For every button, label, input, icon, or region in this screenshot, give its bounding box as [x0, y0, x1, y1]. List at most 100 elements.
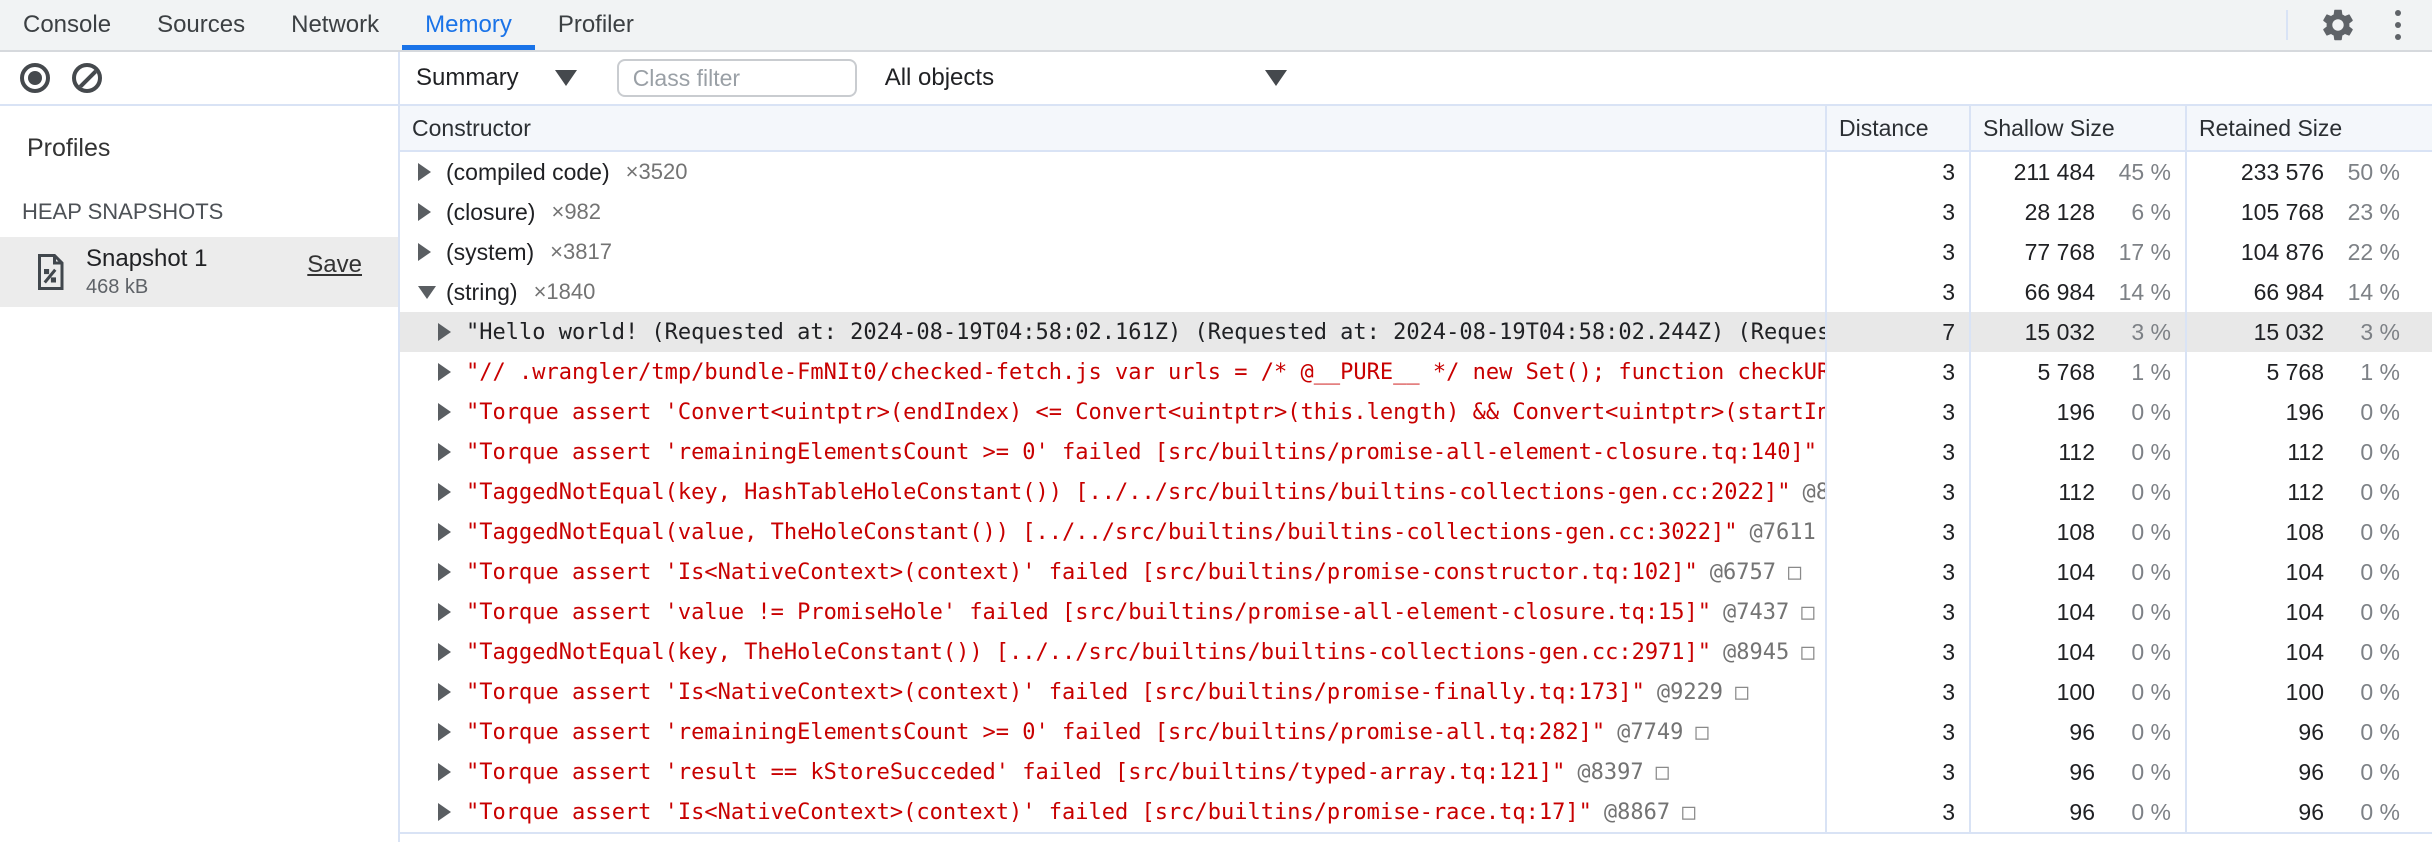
expand-arrow-icon[interactable]	[418, 243, 446, 261]
table-row[interactable]: (closure) ×982 3 28 128 6 % 105 768 23 %	[400, 192, 2432, 232]
expand-arrow-icon[interactable]	[438, 363, 466, 381]
retained-size-percent: 50 %	[2347, 158, 2400, 185]
shallow-size-percent: 45 %	[2118, 158, 2171, 185]
expand-arrow-icon[interactable]	[438, 403, 466, 421]
expand-arrow-icon[interactable]	[438, 443, 466, 461]
shallow-size-percent: 0 %	[2131, 398, 2171, 425]
retained-size-value: 104 876	[2240, 238, 2324, 265]
distance-cell: 3	[1825, 672, 1969, 712]
save-link[interactable]: Save	[307, 251, 362, 279]
table-row[interactable]: "TaggedNotEqual(key, TheHoleConstant()) …	[400, 632, 2432, 672]
constructor-name: "Torque assert 'Is<NativeContext>(contex…	[466, 559, 1698, 585]
sidebar-item-snapshot-1[interactable]: Snapshot 1 468 kB Save	[0, 237, 398, 307]
instance-count: ×982	[551, 199, 602, 224]
grid-header: Constructor Distance Shallow Size Retain…	[400, 106, 2432, 152]
table-row[interactable]: (string) ×1840 3 66 984 14 % 66 984 14 %	[400, 272, 2432, 312]
retained-size-percent: 0 %	[2360, 718, 2400, 745]
column-header-shallow-size[interactable]: Shallow Size	[1969, 106, 2185, 150]
column-header-retained-size[interactable]: Retained Size	[2185, 106, 2432, 150]
retained-size-cell: 96 0 %	[2185, 792, 2432, 832]
object-id: @7749	[1617, 719, 1684, 745]
triangle-glyph	[438, 323, 451, 341]
expand-arrow-icon[interactable]	[438, 523, 466, 541]
expand-arrow-icon[interactable]	[418, 163, 446, 181]
retained-size-percent: 23 %	[2347, 198, 2400, 225]
column-header-constructor[interactable]: Constructor	[400, 106, 1825, 150]
expand-arrow-icon[interactable]	[438, 723, 466, 741]
object-marker-icon: □	[1801, 639, 1815, 665]
triangle-glyph	[418, 203, 431, 221]
tab-memory[interactable]: Memory	[402, 0, 535, 50]
constructor-name: (string)	[446, 278, 518, 305]
tab-network[interactable]: Network	[268, 0, 402, 50]
shallow-size-percent: 0 %	[2131, 518, 2171, 545]
retained-size-cell: 5 768 1 %	[2185, 352, 2432, 392]
collapse-arrow-icon[interactable]	[418, 285, 446, 299]
class-filter-input[interactable]	[616, 59, 857, 97]
table-row[interactable]: "Hello world! (Requested at: 2024-08-19T…	[400, 312, 2432, 352]
constructor-cell: "Torque assert 'value != PromiseHole' fa…	[400, 592, 1825, 632]
retained-size-percent: 22 %	[2347, 238, 2400, 265]
constructor-cell: "Torque assert 'result == kStoreSucceded…	[400, 752, 1825, 792]
expand-arrow-icon[interactable]	[438, 563, 466, 581]
shallow-size-cell: 104 0 %	[1969, 552, 2185, 592]
constructor-cell: (string) ×1840	[400, 272, 1825, 312]
retained-size-cell: 100 0 %	[2185, 672, 2432, 712]
table-row[interactable]: "Torque assert 'Is<NativeContext>(contex…	[400, 672, 2432, 712]
shallow-size-percent: 1 %	[2131, 358, 2171, 385]
perspective-select[interactable]: Summary	[416, 64, 577, 92]
shallow-size-percent: 0 %	[2131, 478, 2171, 505]
record-heap-snapshot-button[interactable]	[20, 63, 50, 93]
constructor-name: "TaggedNotEqual(key, HashTableHoleConsta…	[466, 479, 1791, 505]
table-row[interactable]: "Torque assert 'remainingElementsCount >…	[400, 712, 2432, 752]
shallow-size-percent: 0 %	[2131, 438, 2171, 465]
retained-size-value: 104	[2285, 638, 2324, 665]
profiles-sidebar: Profiles HEAP SNAPSHOTS Snapshot 1 468 k…	[0, 106, 400, 842]
triangle-glyph	[418, 163, 431, 181]
table-row[interactable]: (compiled code) ×3520 3 211 484 45 % 233 576 5…	[400, 152, 2432, 192]
settings-gear-icon[interactable]	[2318, 5, 2358, 45]
constructor-cell: (closure) ×982	[400, 192, 1825, 232]
table-row[interactable]: "Torque assert 'Is<NativeContext>(contex…	[400, 552, 2432, 592]
shallow-size-percent: 14 %	[2118, 278, 2171, 305]
perspective-select-value: Summary	[416, 64, 519, 91]
objects-scope-select[interactable]: All objects	[885, 64, 1287, 92]
expand-arrow-icon[interactable]	[438, 483, 466, 501]
tab-sources[interactable]: Sources	[134, 0, 268, 50]
constructor-name: "Hello world! (Requested at: 2024-08-19T…	[466, 319, 1825, 345]
tab-profiler[interactable]: Profiler	[535, 0, 657, 50]
expand-arrow-icon[interactable]	[438, 323, 466, 341]
column-header-distance[interactable]: Distance	[1825, 106, 1969, 150]
constructor-cell: "TaggedNotEqual(value, TheHoleConstant()…	[400, 512, 1825, 552]
heap-snapshots-section-label: HEAP SNAPSHOTS	[22, 199, 224, 224]
table-row[interactable]: "Torque assert 'result == kStoreSucceded…	[400, 752, 2432, 792]
expand-arrow-icon[interactable]	[438, 763, 466, 781]
table-row[interactable]: "Torque assert 'Convert<uintptr>(endInde…	[400, 392, 2432, 432]
constructor-name: "// .wrangler/tmp/bundle-FmNIt0/checked-…	[466, 359, 1825, 385]
tab-console[interactable]: Console	[0, 0, 134, 50]
shallow-size-cell: 112 0 %	[1969, 432, 2185, 472]
distance-cell: 3	[1825, 592, 1969, 632]
table-row[interactable]: "Torque assert 'Is<NativeContext>(contex…	[400, 792, 2432, 832]
table-row[interactable]: "Torque assert 'remainingElementsCount >…	[400, 432, 2432, 472]
triangle-glyph	[438, 403, 451, 421]
retained-size-percent: 0 %	[2360, 398, 2400, 425]
table-row[interactable]: "TaggedNotEqual(key, HashTableHoleConsta…	[400, 472, 2432, 512]
table-row[interactable]: "Torque assert 'value != PromiseHole' fa…	[400, 592, 2432, 632]
table-row[interactable]: (system) ×3817 3 77 768 17 % 104 876 22 %	[400, 232, 2432, 272]
expand-arrow-icon[interactable]	[438, 803, 466, 821]
table-row[interactable]: "// .wrangler/tmp/bundle-FmNIt0/checked-…	[400, 352, 2432, 392]
distance-cell: 3	[1825, 552, 1969, 592]
tabbar-actions	[2286, 0, 2432, 50]
distance-cell: 3	[1825, 632, 1969, 672]
table-row[interactable]: "TaggedNotEqual(value, TheHoleConstant()…	[400, 512, 2432, 552]
expand-arrow-icon[interactable]	[438, 643, 466, 661]
triangle-glyph	[438, 443, 451, 461]
expand-arrow-icon[interactable]	[438, 603, 466, 621]
retained-size-percent: 3 %	[2360, 318, 2400, 345]
kebab-menu-icon[interactable]	[2388, 5, 2408, 45]
shallow-size-percent: 0 %	[2131, 798, 2171, 825]
clear-profiles-button[interactable]	[72, 63, 102, 93]
expand-arrow-icon[interactable]	[438, 683, 466, 701]
expand-arrow-icon[interactable]	[418, 203, 446, 221]
